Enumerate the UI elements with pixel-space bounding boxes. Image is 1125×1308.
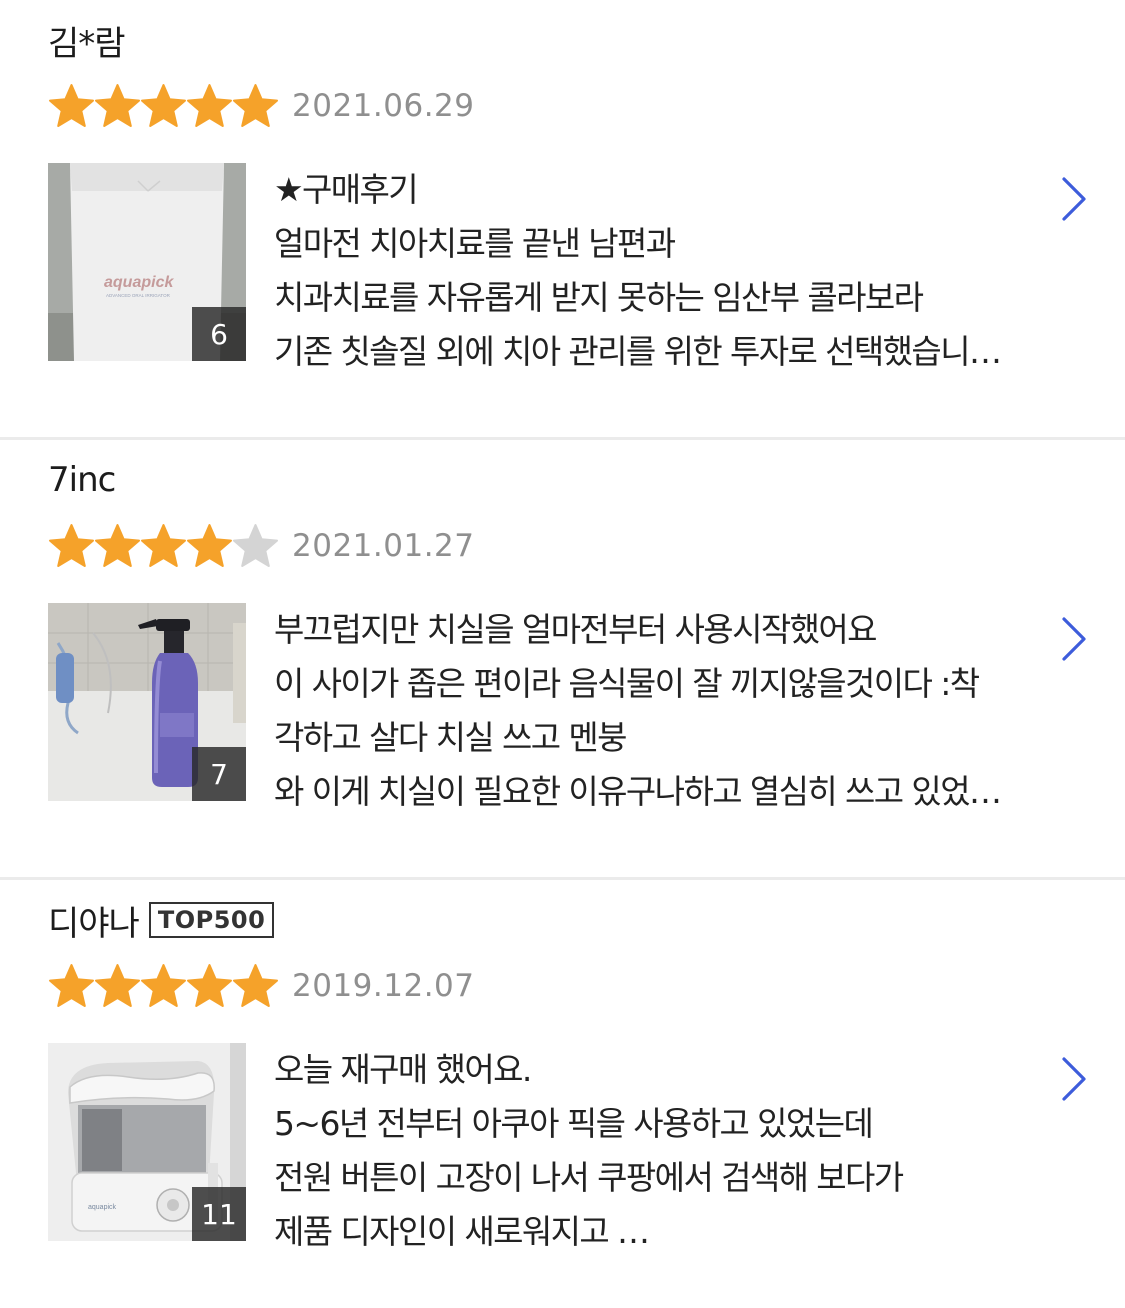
reviewer-name: 7inc — [48, 460, 116, 500]
review-text[interactable]: ★구매후기 얼마전 치아치료를 끝낸 남편과 치과치료를 자유롭게 받지 못하는… — [274, 163, 1034, 379]
review-text-line: 각하고 살다 치실 쓰고 멘붕 — [274, 718, 628, 757]
star-icon — [48, 523, 95, 570]
star-icon — [186, 963, 233, 1010]
review-text-line: 와 이게 치실이 필요한 이유구나하고 열심히 쓰고 있었… — [274, 772, 1002, 811]
review-item[interactable]: 김*람 2021.06.29 aquapick ADVANCED ORAL IR… — [0, 0, 1125, 440]
review-text-line: 오늘 재구매 했어요. — [274, 1050, 532, 1089]
photo-count-badge: 11 — [192, 1187, 246, 1241]
chevron-right-icon[interactable] — [1059, 615, 1089, 663]
reviewer-info: 디야나 TOP500 — [48, 898, 275, 944]
star-icon — [232, 83, 279, 130]
review-text-line: 치과치료를 자유롭게 받지 못하는 임산부 콜라보라 — [274, 278, 924, 317]
review-item[interactable]: 디야나 TOP500 2019.12.07 aquapick 11 오늘 재구매… — [0, 880, 1125, 1308]
star-icon — [94, 523, 141, 570]
review-photo-thumbnail[interactable]: aquapick ADVANCED ORAL IRRIGATOR 6 — [48, 163, 246, 361]
review-text-line: ★구매후기 — [274, 170, 419, 209]
box-brand-text: aquapick — [104, 274, 174, 291]
reviewer-info: 7inc — [48, 458, 116, 502]
review-text-line: 얼마전 치아치료를 끝낸 남편과 — [274, 224, 676, 263]
review-text-line: 전원 버튼이 고장이 나서 쿠팡에서 검색해 보다가 — [274, 1158, 904, 1197]
chevron-right-icon[interactable] — [1059, 1055, 1089, 1103]
star-icon — [94, 963, 141, 1010]
review-text[interactable]: 부끄럽지만 치실을 얼마전부터 사용시작했어요 이 사이가 좁은 편이라 음식물… — [274, 603, 1034, 819]
review-date: 2021.01.27 — [292, 528, 475, 564]
star-icon — [186, 523, 233, 570]
review-text-line: 기존 칫솔질 외에 치아 관리를 위한 투자로 선택했습니… — [274, 332, 1002, 371]
review-photo-thumbnail[interactable]: 7 — [48, 603, 246, 801]
star-icon — [232, 963, 279, 1010]
photo-count-badge: 7 — [192, 747, 246, 801]
box-subtitle-text: ADVANCED ORAL IRRIGATOR — [106, 293, 171, 298]
svg-text:aquapick: aquapick — [88, 1204, 117, 1211]
review-text-line: 부끄럽지만 치실을 얼마전부터 사용시작했어요 — [274, 610, 877, 649]
star-icon — [140, 523, 187, 570]
review-date: 2019.12.07 — [292, 968, 475, 1004]
star-icon — [186, 83, 233, 130]
review-date: 2021.06.29 — [292, 88, 475, 124]
star-icon — [94, 83, 141, 130]
star-icon — [48, 963, 95, 1010]
review-text-line: 5~6년 전부터 아쿠아 픽을 사용하고 있었는데 — [274, 1104, 874, 1143]
review-text-line: 제품 디자인이 새로워지고 … — [274, 1212, 650, 1251]
star-rating — [48, 83, 278, 130]
rating-row: 2021.06.29 — [48, 78, 475, 134]
reviewer-rank-badge: TOP500 — [148, 902, 275, 938]
reviewer-name: 김*람 — [48, 23, 126, 64]
star-icon — [140, 963, 187, 1010]
reviewer-name: 디야나 — [48, 903, 140, 944]
star-icon — [48, 83, 95, 130]
chevron-right-icon[interactable] — [1059, 175, 1089, 223]
reviewer-info: 김*람 — [48, 18, 126, 64]
star-rating — [48, 523, 278, 570]
rating-row: 2021.01.27 — [48, 518, 475, 574]
review-text[interactable]: 오늘 재구매 했어요. 5~6년 전부터 아쿠아 픽을 사용하고 있었는데 전원… — [274, 1043, 1034, 1259]
review-text-line: 이 사이가 좁은 편이라 음식물이 잘 끼지않을것이다 :착 — [274, 664, 980, 703]
photo-count-badge: 6 — [192, 307, 246, 361]
star-icon — [140, 83, 187, 130]
star-icon — [232, 523, 279, 570]
star-rating — [48, 963, 278, 1010]
review-item[interactable]: 7inc 2021.01.27 7 부끄럽지만 치실을 얼마전부터 사용시작했어… — [0, 440, 1125, 880]
rating-row: 2019.12.07 — [48, 958, 475, 1014]
review-photo-thumbnail[interactable]: aquapick 11 — [48, 1043, 246, 1241]
